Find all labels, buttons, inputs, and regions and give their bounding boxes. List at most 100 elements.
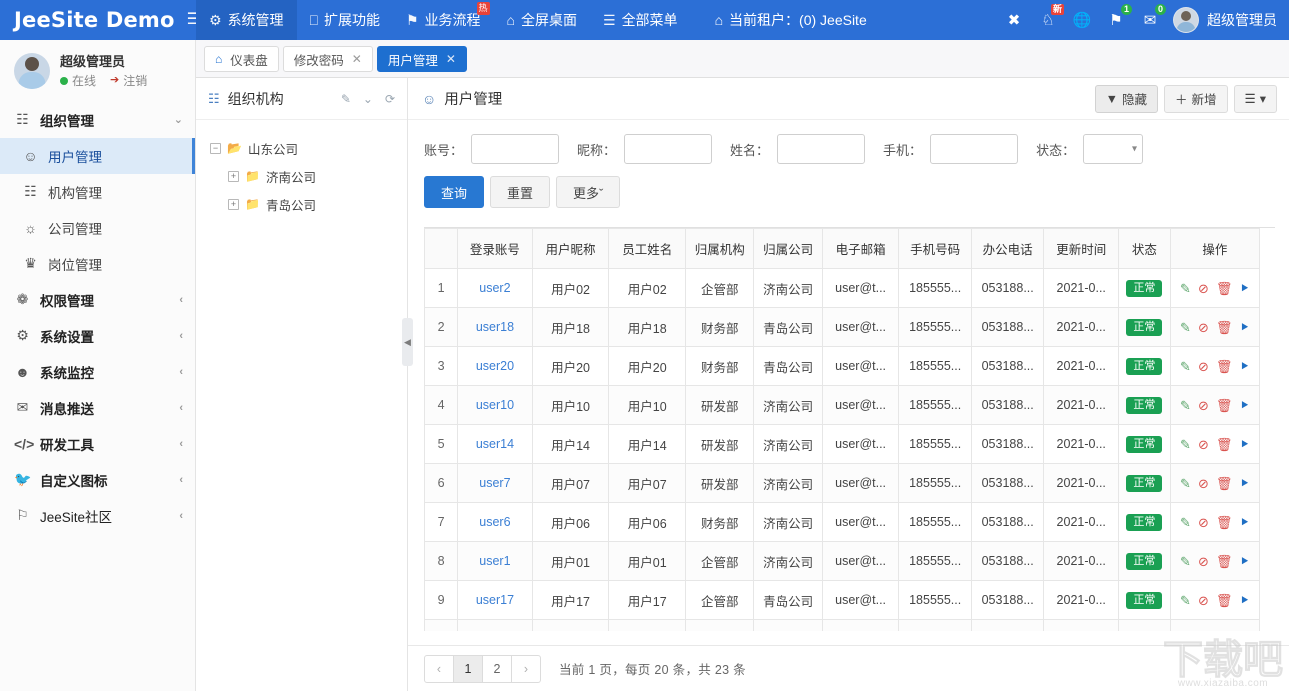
chevron-down-icon[interactable]: ⌄ <box>361 92 375 106</box>
nickname-input[interactable] <box>624 134 712 164</box>
sidebar-item-org-management[interactable]: ☷ 组织管理 ⌄ <box>0 102 195 138</box>
language-globe-icon[interactable]: 🌐 <box>1065 0 1099 40</box>
table-row[interactable]: 10user11用户11用户11研发部济南公司user@t...185555..… <box>425 620 1260 632</box>
sidebar-item-jeesite-community[interactable]: ⚐ JeeSite社区 ‹ <box>0 498 195 534</box>
more-detail-icon[interactable]: ⯈ <box>1239 555 1249 568</box>
sidebar-item-post-management[interactable]: ♛ 岗位管理 <box>0 246 195 282</box>
close-icon[interactable]: ✕ <box>352 52 362 66</box>
table-row[interactable]: 2user18用户18用户18财务部青岛公司user@t...185555...… <box>425 308 1260 347</box>
page-button-1[interactable]: 1 <box>453 655 483 683</box>
edit-pencil-icon[interactable]: ✎ <box>1180 399 1191 412</box>
refresh-icon[interactable]: ⟳ <box>383 92 397 106</box>
table-row[interactable]: 4user10用户10用户10研发部济南公司user@t...185555...… <box>425 386 1260 425</box>
disable-ban-icon[interactable]: ⊘ <box>1198 438 1209 451</box>
delete-trash-icon[interactable]: 🗑 <box>1216 321 1233 334</box>
account-link[interactable]: user10 <box>476 398 514 412</box>
delete-trash-icon[interactable]: 🗑 <box>1216 438 1233 451</box>
disable-ban-icon[interactable]: ⊘ <box>1198 555 1209 568</box>
disable-ban-icon[interactable]: ⊘ <box>1198 399 1209 412</box>
tree-toggle-icon[interactable]: + <box>228 199 239 210</box>
disable-ban-icon[interactable]: ⊘ <box>1198 360 1209 373</box>
tree-toggle-icon[interactable]: + <box>228 171 239 182</box>
notification-bell-icon[interactable]: ⚑ 1 <box>1099 0 1133 40</box>
edit-pencil-icon[interactable]: ✎ <box>1180 516 1191 529</box>
disable-ban-icon[interactable]: ⊘ <box>1198 594 1209 607</box>
edit-pencil-icon[interactable]: ✎ <box>1180 555 1191 568</box>
more-detail-icon[interactable]: ⯈ <box>1239 516 1249 529</box>
user-menu[interactable]: 超级管理员 <box>1167 7 1289 33</box>
disable-ban-icon[interactable]: ⊘ <box>1198 282 1209 295</box>
edit-pencil-icon[interactable]: ✎ <box>1180 321 1191 334</box>
page-next-button[interactable]: › <box>511 655 541 683</box>
more-detail-icon[interactable]: ⯈ <box>1239 594 1249 607</box>
cell-login-account[interactable]: user2 <box>458 269 533 308</box>
account-link[interactable]: user2 <box>479 281 510 295</box>
edit-pencil-icon[interactable]: ✎ <box>1180 360 1191 373</box>
account-link[interactable]: user20 <box>476 359 514 373</box>
cell-login-account[interactable]: user1 <box>458 542 533 581</box>
page-prev-button[interactable]: ‹ <box>424 655 454 683</box>
add-button[interactable]: ＋ 新增 <box>1164 85 1228 113</box>
more-detail-icon[interactable]: ⯈ <box>1239 360 1249 373</box>
col-employee-name[interactable]: 员工姓名 <box>609 229 686 269</box>
new-feature-icon[interactable]: ♘ 新 <box>1031 0 1065 40</box>
nav-item-system-management[interactable]: ⚙ 系统管理 <box>196 0 297 40</box>
logout-icon[interactable]: ➔ <box>110 72 119 89</box>
sidebar-item-permission-management[interactable]: ❁ 权限管理 ‹ <box>0 282 195 318</box>
logout-label[interactable]: 注销 <box>123 72 147 90</box>
cell-login-account[interactable]: user14 <box>458 425 533 464</box>
page-button-2[interactable]: 2 <box>482 655 512 683</box>
col-nickname[interactable]: 用户昵称 <box>532 229 609 269</box>
nav-item-extensions[interactable]: ⎕ 扩展功能 <box>297 0 393 40</box>
delete-trash-icon[interactable]: 🗑 <box>1216 282 1233 295</box>
table-row[interactable]: 7user6用户06用户06财务部济南公司user@t...185555...0… <box>425 503 1260 542</box>
cell-login-account[interactable]: user6 <box>458 503 533 542</box>
edit-pencil-icon[interactable]: ✎ <box>1180 594 1191 607</box>
cell-login-account[interactable]: user18 <box>458 308 533 347</box>
account-input[interactable] <box>471 134 559 164</box>
sidebar-item-system-monitor[interactable]: ☻ 系统监控 ‹ <box>0 354 195 390</box>
delete-trash-icon[interactable]: 🗑 <box>1216 555 1233 568</box>
fullname-input[interactable] <box>777 134 865 164</box>
nav-item-workflow[interactable]: ⚑ 业务流程 热 <box>393 0 494 40</box>
mail-envelope-icon[interactable]: ✉ 0 <box>1133 0 1167 40</box>
mobile-input[interactable] <box>930 134 1018 164</box>
account-link[interactable]: user17 <box>476 593 514 607</box>
delete-trash-icon[interactable]: 🗑 <box>1216 594 1233 607</box>
more-detail-icon[interactable]: ⯈ <box>1239 438 1249 451</box>
delete-trash-icon[interactable]: 🗑 <box>1216 516 1233 529</box>
sidebar-item-dept-management[interactable]: ☷ 机构管理 <box>0 174 195 210</box>
col-company[interactable]: 归属公司 <box>754 229 822 269</box>
reset-button[interactable]: 重置 <box>490 176 550 208</box>
cell-login-account[interactable]: user17 <box>458 581 533 620</box>
panel-collapse-handle[interactable]: ◀ <box>402 318 413 366</box>
edit-icon[interactable]: ✎ <box>339 92 353 106</box>
tree-node-jinan[interactable]: + 📁 济南公司 <box>210 162 407 190</box>
table-row[interactable]: 9user17用户17用户17企管部青岛公司user@t...185555...… <box>425 581 1260 620</box>
delete-trash-icon[interactable]: 🗑 <box>1216 477 1233 490</box>
more-options-button[interactable]: 更多ˇ <box>556 176 620 208</box>
delete-trash-icon[interactable]: 🗑 <box>1216 360 1233 373</box>
col-office-phone[interactable]: 办公电话 <box>971 229 1044 269</box>
sidebar-item-custom-icons[interactable]: 🐦 自定义图标 ‹ <box>0 462 195 498</box>
tree-node-shandong[interactable]: − 📂 山东公司 <box>210 134 407 162</box>
sidebar-item-user-management[interactable]: ☺ 用户管理 <box>0 138 195 174</box>
current-tenant-selector[interactable]: ⌂ 当前租户：(0) JeeSite <box>703 10 879 30</box>
table-row[interactable]: 6user7用户07用户07研发部济南公司user@t...185555...0… <box>425 464 1260 503</box>
cell-login-account[interactable]: user20 <box>458 347 533 386</box>
tab-dashboard[interactable]: ⌂ 仪表盘 <box>204 46 279 72</box>
hide-filter-button[interactable]: ▼ 隐藏 <box>1095 85 1158 113</box>
nav-item-fullscreen-desktop[interactable]: ⌂ 全屏桌面 <box>494 0 590 40</box>
sidebar-item-system-settings[interactable]: ⚙ 系统设置 ‹ <box>0 318 195 354</box>
account-link[interactable]: user1 <box>479 554 510 568</box>
tab-user-management[interactable]: 用户管理 ✕ <box>377 46 467 72</box>
col-dept[interactable]: 归属机构 <box>686 229 754 269</box>
delete-trash-icon[interactable]: 🗑 <box>1216 399 1233 412</box>
sidebar-item-company-management[interactable]: ☼ 公司管理 <box>0 210 195 246</box>
tree-toggle-icon[interactable]: − <box>210 143 221 154</box>
tab-change-password[interactable]: 修改密码 ✕ <box>283 46 373 72</box>
col-login-account[interactable]: 登录账号 <box>458 229 533 269</box>
account-link[interactable]: user6 <box>479 515 510 529</box>
query-button[interactable]: 查询 <box>424 176 484 208</box>
fullscreen-icon[interactable]: ✖ <box>997 0 1031 40</box>
